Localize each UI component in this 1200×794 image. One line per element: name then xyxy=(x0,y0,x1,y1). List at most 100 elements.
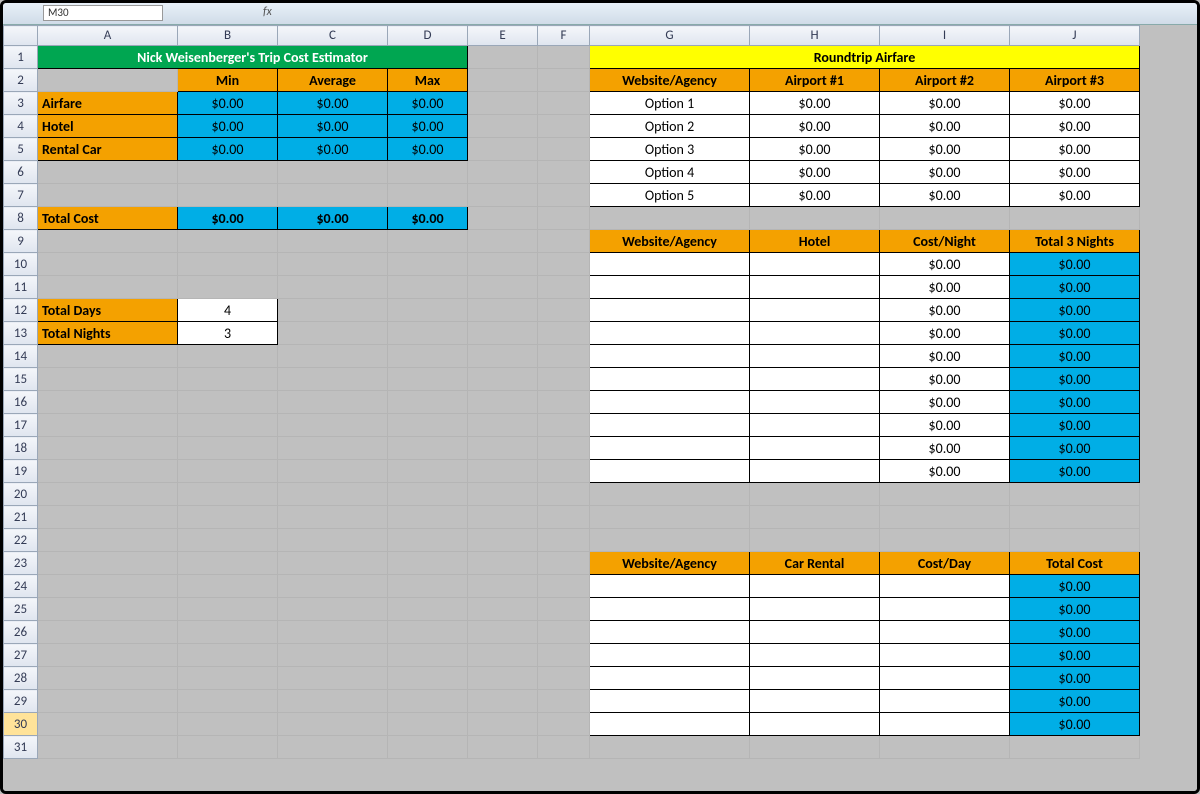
cell-I12[interactable]: $0.00 xyxy=(880,299,1010,322)
cell-G27[interactable] xyxy=(590,644,750,667)
cell-G6[interactable]: Option 4 xyxy=(590,161,750,184)
cell-A12[interactable]: Total Days xyxy=(38,299,178,322)
cell-B28[interactable] xyxy=(178,667,278,690)
cell-E31[interactable] xyxy=(468,736,538,759)
cell-I9[interactable]: Cost/Night xyxy=(880,230,1010,253)
cell-E30[interactable] xyxy=(468,713,538,736)
cell-D9[interactable] xyxy=(388,230,468,253)
cell-J15[interactable]: $0.00 xyxy=(1010,368,1140,391)
cell-B17[interactable] xyxy=(178,414,278,437)
cell-D14[interactable] xyxy=(388,345,468,368)
cell-F26[interactable] xyxy=(538,621,590,644)
cell-C15[interactable] xyxy=(278,368,388,391)
cell-D16[interactable] xyxy=(388,391,468,414)
row-header-6[interactable]: 6 xyxy=(4,161,38,184)
cell-A15[interactable] xyxy=(38,368,178,391)
cell-B22[interactable] xyxy=(178,529,278,552)
row-header-1[interactable]: 1 xyxy=(4,46,38,69)
cell-G7[interactable]: Option 5 xyxy=(590,184,750,207)
cell-D19[interactable] xyxy=(388,460,468,483)
cell-A29[interactable] xyxy=(38,690,178,713)
cell-B24[interactable] xyxy=(178,575,278,598)
cell-F29[interactable] xyxy=(538,690,590,713)
cell-A26[interactable] xyxy=(38,621,178,644)
cell-A9[interactable] xyxy=(38,230,178,253)
cell-B10[interactable] xyxy=(178,253,278,276)
cell-E7[interactable] xyxy=(468,184,538,207)
cell-E21[interactable] xyxy=(468,506,538,529)
cell-B8[interactable]: $0.00 xyxy=(178,207,278,230)
cell-A13[interactable]: Total Nights xyxy=(38,322,178,345)
cell-J26[interactable]: $0.00 xyxy=(1010,621,1140,644)
cell-I2[interactable]: Airport #2 xyxy=(880,69,1010,92)
cell-J12[interactable]: $0.00 xyxy=(1010,299,1140,322)
cell-A20[interactable] xyxy=(38,483,178,506)
worksheet[interactable]: ABCDEFGHIJ1Nick Weisenberger's Trip Cost… xyxy=(3,25,1197,791)
cell-E1[interactable] xyxy=(468,46,538,69)
cell-G10[interactable] xyxy=(590,253,750,276)
row-header-7[interactable]: 7 xyxy=(4,184,38,207)
cell-F8[interactable] xyxy=(538,207,590,230)
cell-A1[interactable]: Nick Weisenberger's Trip Cost Estimator xyxy=(38,46,468,69)
cell-F10[interactable] xyxy=(538,253,590,276)
row-header-2[interactable]: 2 xyxy=(4,69,38,92)
cell-G11[interactable] xyxy=(590,276,750,299)
cell-E27[interactable] xyxy=(468,644,538,667)
cell-B13[interactable]: 3 xyxy=(178,322,278,345)
cell-G23[interactable]: Website/Agency xyxy=(590,552,750,575)
cell-G12[interactable] xyxy=(590,299,750,322)
cell-B29[interactable] xyxy=(178,690,278,713)
cell-I18[interactable]: $0.00 xyxy=(880,437,1010,460)
row-header-28[interactable]: 28 xyxy=(4,667,38,690)
cell-G28[interactable] xyxy=(590,667,750,690)
cell-I29[interactable] xyxy=(880,690,1010,713)
row-header-8[interactable]: 8 xyxy=(4,207,38,230)
cell-I13[interactable]: $0.00 xyxy=(880,322,1010,345)
cell-D6[interactable] xyxy=(388,161,468,184)
cell-C12[interactable] xyxy=(278,299,388,322)
cell-F16[interactable] xyxy=(538,391,590,414)
cell-D17[interactable] xyxy=(388,414,468,437)
cell-I22[interactable] xyxy=(880,529,1010,552)
cell-I26[interactable] xyxy=(880,621,1010,644)
col-header-B[interactable]: B xyxy=(178,26,278,46)
cell-E10[interactable] xyxy=(468,253,538,276)
row-header-12[interactable]: 12 xyxy=(4,299,38,322)
cell-G25[interactable] xyxy=(590,598,750,621)
cell-G29[interactable] xyxy=(590,690,750,713)
cell-F21[interactable] xyxy=(538,506,590,529)
cell-C5[interactable]: $0.00 xyxy=(278,138,388,161)
cell-F6[interactable] xyxy=(538,161,590,184)
cell-A10[interactable] xyxy=(38,253,178,276)
row-header-17[interactable]: 17 xyxy=(4,414,38,437)
cell-E15[interactable] xyxy=(468,368,538,391)
cell-H28[interactable] xyxy=(750,667,880,690)
cell-B18[interactable] xyxy=(178,437,278,460)
cell-G15[interactable] xyxy=(590,368,750,391)
cell-I20[interactable] xyxy=(880,483,1010,506)
col-header-H[interactable]: H xyxy=(750,26,880,46)
cell-B23[interactable] xyxy=(178,552,278,575)
cell-G5[interactable]: Option 3 xyxy=(590,138,750,161)
row-header-23[interactable]: 23 xyxy=(4,552,38,575)
cell-E13[interactable] xyxy=(468,322,538,345)
cell-H14[interactable] xyxy=(750,345,880,368)
cell-J19[interactable]: $0.00 xyxy=(1010,460,1140,483)
col-header-I[interactable]: I xyxy=(880,26,1010,46)
cell-D8[interactable]: $0.00 xyxy=(388,207,468,230)
cell-B14[interactable] xyxy=(178,345,278,368)
cell-C25[interactable] xyxy=(278,598,388,621)
cell-D10[interactable] xyxy=(388,253,468,276)
cell-J9[interactable]: Total 3 Nights xyxy=(1010,230,1140,253)
cell-H4[interactable]: $0.00 xyxy=(750,115,880,138)
cell-G3[interactable]: Option 1 xyxy=(590,92,750,115)
cell-D7[interactable] xyxy=(388,184,468,207)
cell-A31[interactable] xyxy=(38,736,178,759)
cell-C29[interactable] xyxy=(278,690,388,713)
cell-B2[interactable]: Min xyxy=(178,69,278,92)
cell-D25[interactable] xyxy=(388,598,468,621)
row-header-22[interactable]: 22 xyxy=(4,529,38,552)
cell-E12[interactable] xyxy=(468,299,538,322)
cell-F13[interactable] xyxy=(538,322,590,345)
col-header-C[interactable]: C xyxy=(278,26,388,46)
